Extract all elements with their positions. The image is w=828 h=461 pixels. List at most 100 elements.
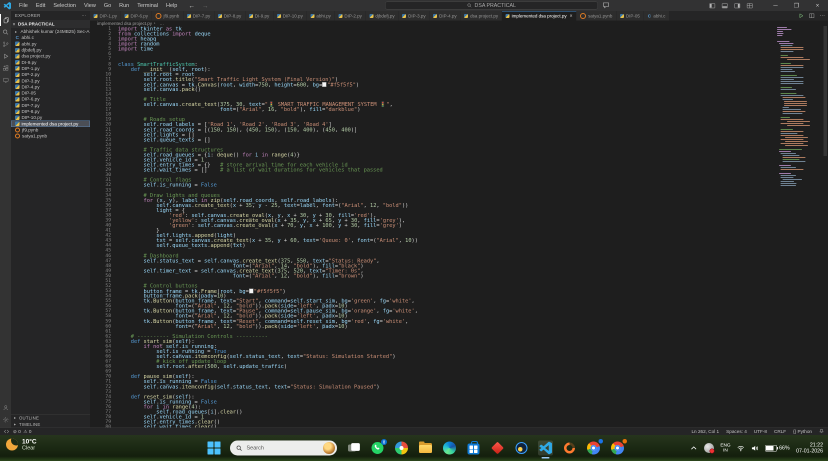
restore-button[interactable]: ❐ <box>786 0 807 11</box>
remote-explorer-icon[interactable] <box>0 74 11 86</box>
toggle-sidebar-icon[interactable] <box>709 2 716 9</box>
menu-selection[interactable]: Selection <box>49 3 80 9</box>
taskbar-microsoft-store-icon[interactable] <box>466 441 481 456</box>
tab-dsa-project-py[interactable]: dsa project.py <box>460 11 503 21</box>
tree-item-label: DIP-7.py <box>21 102 40 108</box>
taskbar-orange-ring-app-icon[interactable] <box>561 440 578 456</box>
breadcrumb-more[interactable]: … <box>160 21 165 26</box>
taskbar-chrome-profile-1-icon[interactable] <box>586 439 603 456</box>
battery-indicator[interactable]: 66% <box>765 444 790 452</box>
extensions-icon[interactable] <box>0 62 11 74</box>
split-editor-icon[interactable] <box>809 13 815 19</box>
taskbar-search[interactable]: Search <box>230 440 337 456</box>
tab-dip-8-py[interactable]: DIP-8.py <box>214 11 246 21</box>
taskbar-red-diamond-app-icon[interactable] <box>490 441 505 456</box>
tree-item-label: Abhishek kumar (24MB25) Sec-A <box>20 29 90 35</box>
clock[interactable]: 21:22 07-01-2026 <box>796 442 823 454</box>
tree-item-implemented-dsa-project-py[interactable]: implemented dsa project.py <box>11 120 90 127</box>
taskbar-photos-app-icon[interactable] <box>394 441 409 456</box>
scrollbar[interactable] <box>823 26 827 156</box>
tree-item-abhishek-kumar-24mb25-sec-a[interactable]: ▸ Abhishek kumar (24MB25) Sec-A <box>11 29 90 35</box>
taskbar-task-view-icon[interactable] <box>346 441 361 456</box>
tray-app-icon[interactable] <box>703 443 715 454</box>
source-control-icon[interactable] <box>0 38 11 50</box>
nav-forward-icon[interactable]: → <box>202 2 209 10</box>
taskbar-vscode-icon[interactable] <box>538 440 553 459</box>
tab-label: dsa project.py <box>470 13 499 19</box>
menu-go[interactable]: Go <box>100 3 115 9</box>
language-indicator[interactable]: ENG IN <box>720 443 730 453</box>
taskbar-whatsapp-icon[interactable]: 8 <box>370 439 387 456</box>
tab-dip-6-py[interactable]: DIP-6.py <box>121 11 153 21</box>
close-icon[interactable]: × <box>570 13 573 19</box>
more-actions-icon[interactable]: ⋯ <box>820 13 826 19</box>
tree-item-satya1-pynb[interactable]: satya1.pynb <box>11 133 90 139</box>
status-spaces-4[interactable]: Spaces: 4 <box>726 429 747 434</box>
python-file-icon <box>15 53 20 59</box>
run-debug-icon[interactable] <box>0 50 11 62</box>
status-ln-262-col-1[interactable]: Ln 262, Col 1 <box>691 429 719 434</box>
customize-layout-icon[interactable] <box>746 2 754 9</box>
toggle-secondary-sidebar-icon[interactable] <box>734 2 741 9</box>
problems-indicator[interactable]: ⊘ 0 ⚠ 0 <box>13 429 31 435</box>
breadcrumb-file[interactable]: implemented dsa project.py <box>97 21 152 26</box>
tab-djbdefj-py[interactable]: djbdefj.py <box>365 11 399 21</box>
minimap-line <box>785 137 809 138</box>
tab-dip-10-py[interactable]: DIP-10.py <box>273 11 307 21</box>
status-utf-8[interactable]: UTF-8 <box>754 429 767 434</box>
tab-dip-05[interactable]: DIP-05 <box>616 11 644 21</box>
sidebar-header[interactable]: EXPLORER ⋯ <box>11 11 90 20</box>
minimap-line <box>780 87 793 88</box>
notifications-bell-icon[interactable] <box>819 428 824 435</box>
tab-dip-2-py[interactable]: DIP-2.py <box>334 11 366 21</box>
copilot-chat-icon[interactable] <box>602 2 610 9</box>
remote-window-icon[interactable] <box>4 429 9 434</box>
status-crlf[interactable]: CRLF <box>774 429 786 434</box>
taskbar-blue-ring-app-icon[interactable] <box>514 441 529 456</box>
settings-icon[interactable] <box>0 414 11 426</box>
wifi-icon[interactable] <box>737 444 745 452</box>
close-button[interactable]: × <box>807 0 828 11</box>
minimap-line <box>782 159 800 160</box>
tab-dip-1-py[interactable]: DIP-1.py <box>90 11 122 21</box>
tab-implemented-dsa-project-py[interactable]: implemented dsa project.py × <box>502 11 577 21</box>
minimize-button[interactable]: ─ <box>765 0 786 11</box>
taskbar-microsoft-edge-icon[interactable] <box>442 441 457 456</box>
start-button[interactable] <box>207 441 221 455</box>
tab-abhi-py[interactable]: abhi.py <box>306 11 335 21</box>
tab-jf9-pynb[interactable]: jf9.pynb <box>152 11 184 21</box>
run-python-icon[interactable] <box>799 13 805 19</box>
moon-weather-icon <box>6 438 18 451</box>
tab-satya1-pynb[interactable]: satya1.pynb <box>576 11 617 21</box>
tab-dip-7-py[interactable]: DIP-7.py <box>183 11 215 21</box>
code-editor[interactable]: 1 import tkinter as tk 2 from collections i… <box>90 26 828 428</box>
menu-edit[interactable]: Edit <box>32 3 49 9</box>
tray-chevron-up-icon[interactable] <box>690 444 698 452</box>
project-root-row[interactable]: ▾ DSA PRACTICAL <box>11 20 90 28</box>
taskbar-file-explorer-icon[interactable] <box>418 441 433 456</box>
search-icon[interactable] <box>0 26 11 38</box>
command-center-search[interactable]: DSA PRACTICAL <box>385 1 598 10</box>
toggle-panel-icon[interactable] <box>721 2 729 9</box>
menu-view[interactable]: View <box>80 3 100 9</box>
tab-di-9-py[interactable]: DI-9.py <box>245 11 274 21</box>
tree-item-label: dsa project.py <box>21 53 51 59</box>
menu-help[interactable]: Help <box>162 3 181 9</box>
more-actions-icon[interactable]: ⋯ <box>81 13 86 19</box>
taskbar-chrome-profile-2-icon[interactable] <box>610 439 627 456</box>
weather-widget[interactable]: 10°C Clear <box>6 438 37 451</box>
tree-item-label: DI-9.py <box>21 59 37 65</box>
minimap[interactable] <box>777 27 810 186</box>
tab-dip-3-py[interactable]: DIP-3.py <box>398 11 430 21</box>
tab-dip-4-py[interactable]: DIP-4.py <box>429 11 461 21</box>
account-icon[interactable] <box>0 402 11 414</box>
tab-abhi-c[interactable]: Cabhi.c <box>643 11 670 21</box>
nav-back-icon[interactable]: ← <box>188 2 195 10</box>
status-python[interactable]: {} Python <box>793 429 812 434</box>
menu-file[interactable]: File <box>15 3 32 9</box>
speaker-icon[interactable] <box>751 444 759 452</box>
search-highlight-image[interactable] <box>323 442 335 454</box>
explorer-icon[interactable] <box>0 14 11 26</box>
menu-terminal[interactable]: Terminal <box>133 3 162 9</box>
menu-run[interactable]: Run <box>115 3 133 9</box>
